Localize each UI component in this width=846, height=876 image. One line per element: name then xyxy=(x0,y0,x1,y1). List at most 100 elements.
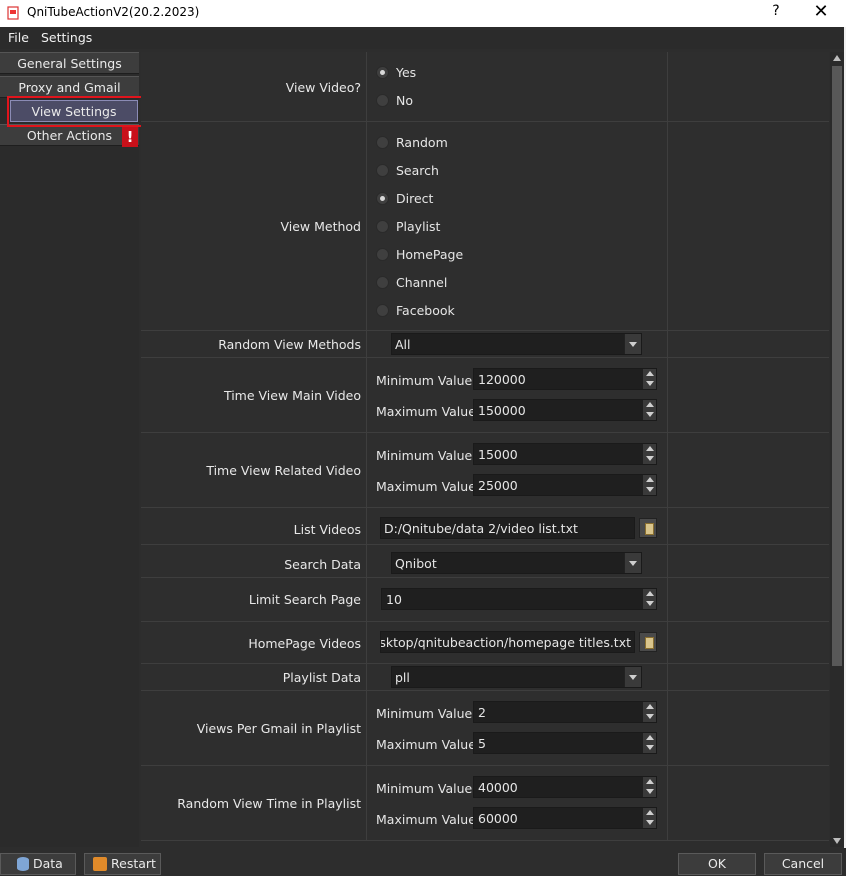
sidebar-item-other-actions[interactable]: Other Actions xyxy=(0,124,139,146)
max-label: Maximum Value xyxy=(376,812,476,827)
radio-dot xyxy=(376,94,389,107)
ok-button-label: OK xyxy=(707,856,727,871)
row-view-method: View Method Random Search Direct Playlis… xyxy=(141,122,829,331)
spin-arrows-icon[interactable] xyxy=(643,369,656,389)
radio-label: Random xyxy=(396,135,448,150)
main-window: QniTubeActionV2(20.2.2023) ? ✕ File Sett… xyxy=(0,0,846,876)
row-views-per-gmail: Views Per Gmail in Playlist Minimum Valu… xyxy=(141,691,829,766)
spin-arrows-icon[interactable] xyxy=(643,733,656,753)
time-related-min-spinbox[interactable]: 15000 xyxy=(473,443,657,465)
radio-label: Channel xyxy=(396,275,448,290)
data-button[interactable]: Data xyxy=(0,853,76,875)
label-search-data: Search Data xyxy=(284,557,361,572)
radio-label: Yes xyxy=(396,65,417,80)
min-label: Minimum Value xyxy=(376,706,473,721)
radio-dot xyxy=(376,276,389,289)
label-view-video: View Video? xyxy=(285,80,361,95)
browse-file-icon[interactable] xyxy=(639,518,657,538)
limit-search-page-spinbox[interactable]: 10 xyxy=(381,588,657,610)
spin-value: 25000 xyxy=(478,478,518,493)
sidebar: General Settings Proxy and Gmail View Se… xyxy=(0,52,139,847)
time-related-max-spinbox[interactable]: 25000 xyxy=(473,474,657,496)
restart-button[interactable]: Restart xyxy=(84,853,161,875)
help-button[interactable]: ? xyxy=(767,3,785,19)
label-homepage-videos: HomePage Videos xyxy=(248,636,361,651)
menu-file[interactable]: File xyxy=(8,30,29,45)
spin-value: 5 xyxy=(478,736,486,751)
selection-highlight xyxy=(7,96,151,127)
browse-file-icon[interactable] xyxy=(639,632,657,652)
restart-icon xyxy=(93,857,107,871)
homepage-videos-path-field[interactable]: ?/Desktop/qnitubeaction/homepage titles.… xyxy=(380,631,635,653)
select-value: Qnibot xyxy=(395,556,437,571)
random-view-methods-select[interactable]: All xyxy=(391,333,642,355)
window-title: QniTubeActionV2(20.2.2023) xyxy=(27,5,200,19)
time-main-max-spinbox[interactable]: 150000 xyxy=(473,399,657,421)
label-list-videos: List Videos xyxy=(293,522,361,537)
spin-arrows-icon[interactable] xyxy=(643,475,656,495)
spin-arrows-icon[interactable] xyxy=(643,808,656,828)
max-label: Maximum Value xyxy=(376,479,476,494)
vertical-scrollbar[interactable] xyxy=(830,52,844,847)
list-videos-path-field[interactable]: D:/Qnitube/data 2/video list.txt xyxy=(380,517,635,539)
random-view-time-max-spinbox[interactable]: 60000 xyxy=(473,807,657,829)
spin-arrows-icon[interactable] xyxy=(643,444,656,464)
title-bar: QniTubeActionV2(20.2.2023) ? ✕ xyxy=(0,0,846,27)
cancel-button[interactable]: Cancel xyxy=(764,853,842,875)
min-label: Minimum Value xyxy=(376,448,473,463)
views-per-gmail-min-spinbox[interactable]: 2 xyxy=(473,701,657,723)
label-playlist-data: Playlist Data xyxy=(282,670,361,685)
menu-bar: File Settings xyxy=(0,27,846,49)
spin-value: 15000 xyxy=(478,447,518,462)
playlist-data-select[interactable]: pll xyxy=(391,666,642,688)
search-data-select[interactable]: Qnibot xyxy=(391,552,642,574)
min-label: Minimum Value xyxy=(376,373,473,388)
max-label: Maximum Value xyxy=(376,737,476,752)
radio-label: Playlist xyxy=(396,219,441,234)
time-main-min-spinbox[interactable]: 120000 xyxy=(473,368,657,390)
radio-label: HomePage xyxy=(396,247,464,262)
radio-label: Facebook xyxy=(396,303,455,318)
close-button[interactable]: ✕ xyxy=(811,1,831,22)
scroll-down-icon[interactable] xyxy=(833,838,841,844)
spin-arrows-icon[interactable] xyxy=(643,702,656,722)
spin-arrows-icon[interactable] xyxy=(643,589,656,609)
spin-value: 2 xyxy=(478,705,486,720)
spin-value: 150000 xyxy=(478,403,526,418)
radio-label: No xyxy=(396,93,413,108)
row-random-view-time: Random View Time in Playlist Minimum Val… xyxy=(141,766,829,841)
chevron-down-icon[interactable] xyxy=(624,667,641,687)
radio-dot xyxy=(376,164,389,177)
ok-button[interactable]: OK xyxy=(678,853,756,875)
sidebar-item-proxy-and-gmail[interactable]: Proxy and Gmail xyxy=(0,76,139,98)
row-time-view-main: Time View Main Video Minimum Value 12000… xyxy=(141,358,829,433)
sidebar-item-general-settings[interactable]: General Settings xyxy=(0,52,139,74)
menu-settings[interactable]: Settings xyxy=(41,30,92,45)
spin-value: 120000 xyxy=(478,372,526,387)
row-limit-search-page: Limit Search Page 10 xyxy=(141,578,829,622)
spin-value: 40000 xyxy=(478,780,518,795)
scrollbar-thumb[interactable] xyxy=(832,66,842,666)
database-icon xyxy=(17,857,29,871)
views-per-gmail-max-spinbox[interactable]: 5 xyxy=(473,732,657,754)
chevron-down-icon[interactable] xyxy=(624,553,641,573)
settings-panel: View Video? Yes No View Method Random Se… xyxy=(141,52,829,841)
row-homepage-videos: HomePage Videos ?/Desktop/qnitubeaction/… xyxy=(141,622,829,664)
cancel-button-label: Cancel xyxy=(781,856,825,871)
label-random-view-time: Random View Time in Playlist xyxy=(177,796,361,811)
select-value: pll xyxy=(395,670,410,685)
max-label: Maximum Value xyxy=(376,404,476,419)
restart-button-label: Restart xyxy=(111,856,156,871)
field-value: D:/Qnitube/data 2/video list.txt xyxy=(384,521,578,536)
radio-dot xyxy=(376,136,389,149)
spin-arrows-icon[interactable] xyxy=(643,400,656,420)
scroll-up-icon[interactable] xyxy=(833,55,841,61)
radio-dot xyxy=(376,66,389,79)
spin-arrows-icon[interactable] xyxy=(643,777,656,797)
radio-dot xyxy=(376,220,389,233)
random-view-time-min-spinbox[interactable]: 40000 xyxy=(473,776,657,798)
chevron-down-icon[interactable] xyxy=(624,334,641,354)
row-list-videos: List Videos D:/Qnitube/data 2/video list… xyxy=(141,508,829,545)
app-icon xyxy=(7,6,19,20)
radio-label: Direct xyxy=(396,191,434,206)
